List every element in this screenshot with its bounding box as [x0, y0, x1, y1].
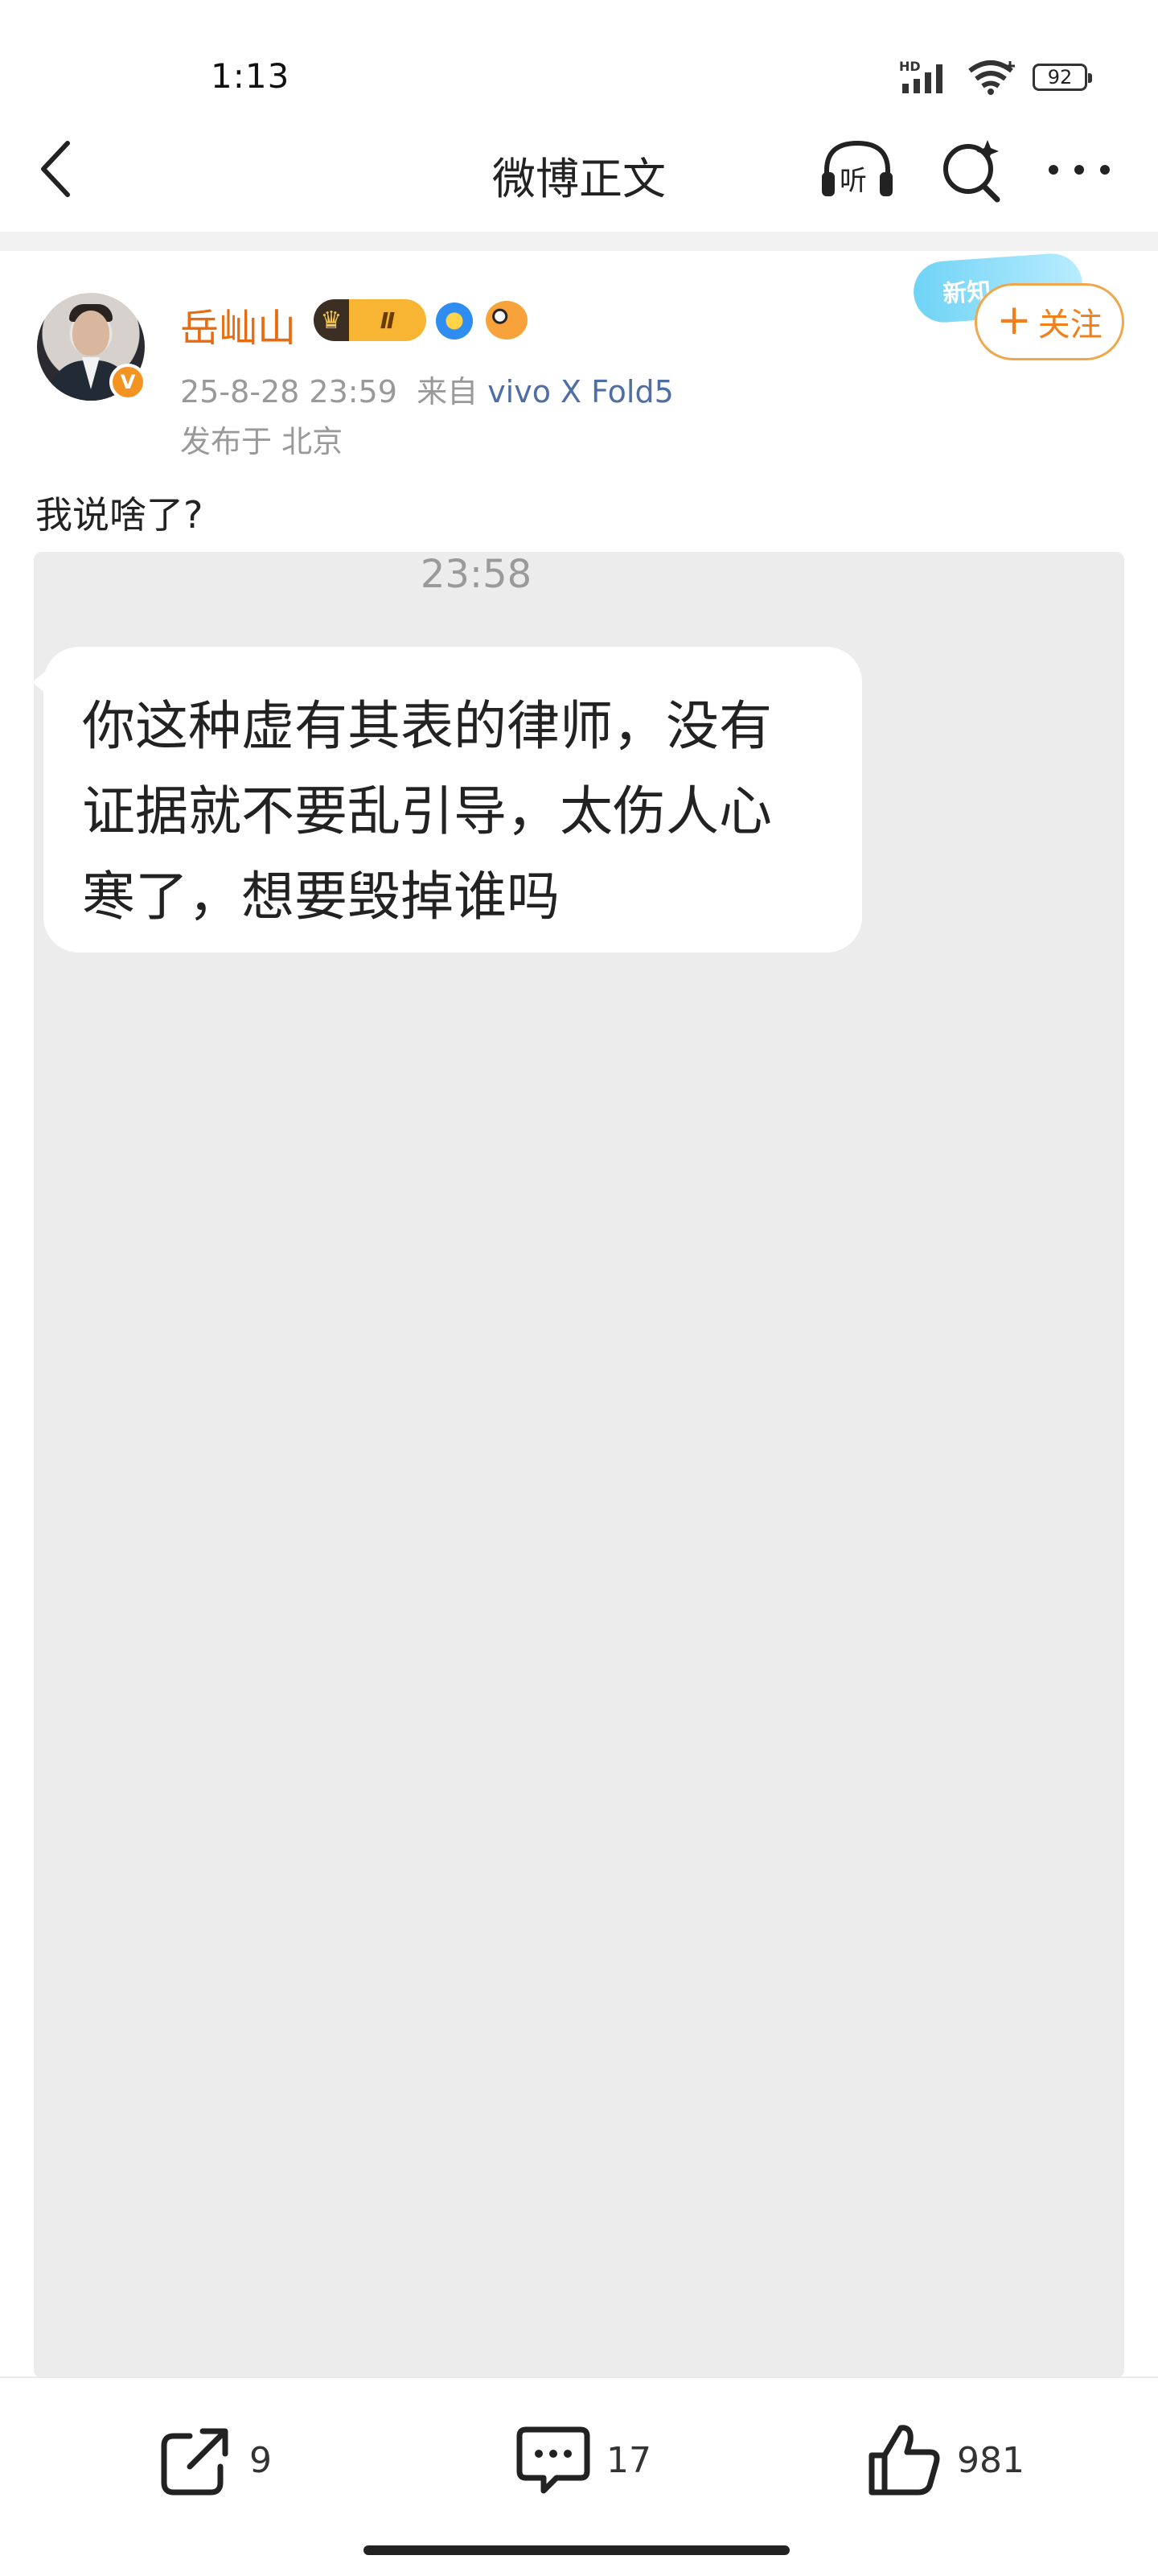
- listen-icon[interactable]: 听: [819, 137, 896, 201]
- chat-timestamp: 23:58: [420, 552, 532, 597]
- search-icon[interactable]: [938, 138, 1005, 206]
- status-icons: HD 92: [899, 60, 1092, 95]
- wifi-icon: [968, 60, 1015, 95]
- plus-icon: +: [996, 296, 1032, 344]
- author-name[interactable]: 岳屾山: [180, 296, 296, 352]
- device-link[interactable]: vivo X Fold5: [487, 374, 674, 409]
- more-icon[interactable]: [1045, 159, 1113, 180]
- comment-count: 17: [606, 2439, 651, 2481]
- status-time: 1:13: [211, 56, 290, 96]
- verified-icon: V: [109, 364, 146, 401]
- comment-button[interactable]: 17: [515, 2422, 651, 2499]
- hd-label: HD: [899, 60, 921, 74]
- post-text: 我说啥了?: [35, 493, 203, 537]
- repost-button[interactable]: 9: [158, 2422, 272, 2499]
- member-level: Ⅱ: [380, 307, 396, 334]
- shield-badge-icon[interactable]: [436, 302, 473, 339]
- fish-badge-icon[interactable]: [486, 301, 528, 339]
- crown-icon: ♛: [320, 306, 343, 335]
- nav-divider: [0, 232, 1158, 251]
- repost-count: 9: [249, 2439, 272, 2481]
- follow-button[interactable]: + 关注: [975, 283, 1124, 360]
- chat-bubble: 你这种虚有其表的律师，没有证据就不要乱引导，太伤人心寒了，想要毁掉谁吗: [43, 647, 862, 953]
- battery-level: 92: [1047, 66, 1073, 88]
- post-location: 发布于 北京: [180, 424, 343, 459]
- post-date: 25-8-28 23:59: [180, 374, 397, 409]
- post-image[interactable]: 23:58 你这种虚有其表的律师，没有证据就不要乱引导，太伤人心寒了，想要毁掉谁…: [34, 552, 1124, 2378]
- home-indicator[interactable]: [363, 2545, 790, 2555]
- like-icon: [868, 2425, 940, 2496]
- like-count: 981: [957, 2439, 1025, 2481]
- follow-label: 关注: [1037, 307, 1103, 344]
- member-badge[interactable]: ♛ Ⅱ: [314, 299, 426, 341]
- signal-icon: HD: [899, 60, 942, 93]
- repost-icon: [161, 2428, 228, 2496]
- like-button[interactable]: 981: [865, 2422, 1025, 2499]
- chat-message: 你这种虚有其表的律师，没有证据就不要乱引导，太伤人心寒了，想要毁掉谁吗: [82, 695, 772, 928]
- listen-label: 听: [840, 165, 867, 197]
- comment-icon: [516, 2426, 590, 2494]
- post-meta: 25-8-28 23:59 来自 vivo X Fold5: [180, 367, 674, 411]
- source-prefix: 来自: [417, 374, 478, 409]
- battery-icon: 92: [1033, 64, 1092, 91]
